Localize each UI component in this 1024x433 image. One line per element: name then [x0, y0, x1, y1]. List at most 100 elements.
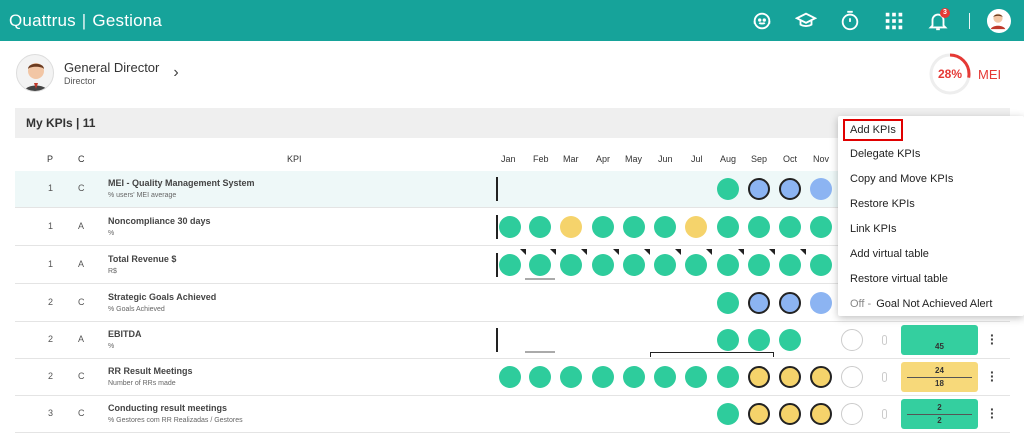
status-dot-feb[interactable]	[529, 249, 556, 276]
priority-cell: 1	[48, 183, 54, 193]
status-dot-jun[interactable]	[654, 249, 681, 276]
stopwatch-icon[interactable]	[835, 6, 865, 36]
table-row[interactable]: 2 C RR Result Meetings Number of RRs mad…	[15, 359, 1010, 396]
status-dot-dec[interactable]	[841, 403, 863, 425]
status-dot-sep[interactable]	[748, 178, 770, 200]
table-row[interactable]: 3 C Conducting result meetings % Gestore…	[15, 396, 1010, 433]
result-pill[interactable]: 2 2	[901, 399, 978, 429]
status-dot-aug[interactable]	[717, 329, 739, 351]
status-dot-nov[interactable]	[810, 216, 832, 238]
menu-item-add-virtual-table[interactable]: Add virtual table	[850, 248, 929, 260]
menu-item-add-kpis[interactable]: Add KPIs	[843, 119, 903, 141]
status-dot-dec[interactable]	[841, 329, 863, 351]
status-dot-may[interactable]	[623, 249, 650, 276]
status-dot-jan[interactable]	[499, 366, 521, 388]
status-dot-aug[interactable]	[717, 292, 739, 314]
kpi-name[interactable]: MEI - Quality Management System	[108, 178, 255, 188]
comment-flag-icon	[613, 249, 619, 255]
column-header-aug: Aug	[720, 154, 737, 164]
status-dot-apr[interactable]	[592, 249, 619, 276]
brand-logo[interactable]: Quattrus | Gestiona	[9, 11, 162, 31]
kpi-name[interactable]: Conducting result meetings	[108, 403, 227, 413]
status-dot-jul[interactable]	[685, 249, 712, 276]
attachment-icon[interactable]	[882, 372, 887, 382]
apps-grid-icon[interactable]	[879, 6, 909, 36]
status-dot-nov[interactable]	[810, 403, 832, 425]
status-dot-jun[interactable]	[654, 216, 676, 238]
support-agent-icon[interactable]	[747, 6, 777, 36]
status-dot-may[interactable]	[623, 216, 645, 238]
graduation-cap-icon[interactable]	[791, 6, 821, 36]
status-dot-feb[interactable]	[529, 366, 551, 388]
status-dot-jan[interactable]	[499, 216, 521, 238]
priority-cell: 3	[48, 408, 54, 418]
mei-label: MEI	[978, 66, 1002, 82]
kpi-name[interactable]: Noncompliance 30 days	[108, 216, 211, 226]
status-dot-mar[interactable]	[560, 366, 582, 388]
menu-item-copy-move-kpis[interactable]: Copy and Move KPIs	[850, 173, 953, 185]
status-dot-aug[interactable]	[717, 366, 739, 388]
status-dot-sep[interactable]	[748, 403, 770, 425]
status-dot-oct[interactable]	[779, 249, 806, 276]
status-dot-nov[interactable]	[810, 178, 832, 200]
status-dot-apr[interactable]	[592, 216, 614, 238]
menu-item-restore-kpis[interactable]: Restore KPIs	[850, 198, 915, 210]
status-dot-nov[interactable]	[810, 254, 832, 276]
status-dot-sep[interactable]	[748, 216, 770, 238]
status-dot-oct[interactable]	[779, 329, 801, 351]
top-bar: Quattrus | Gestiona 3	[0, 0, 1024, 41]
status-dot-oct[interactable]	[779, 366, 801, 388]
result-pill[interactable]: 24 18	[901, 362, 978, 392]
kpi-name[interactable]: RR Result Meetings	[108, 366, 193, 376]
status-dot-oct[interactable]	[779, 178, 801, 200]
column-header-mar: Mar	[563, 154, 579, 164]
more-options-icon[interactable]: · · ·	[990, 402, 995, 424]
toggle-label: Goal Not Achieved Alert	[876, 298, 993, 310]
status-dot-aug[interactable]	[717, 403, 739, 425]
status-dot-nov[interactable]	[810, 366, 832, 388]
selection-underline	[525, 278, 555, 280]
status-dot-sep[interactable]	[748, 292, 770, 314]
kpi-name[interactable]: Total Revenue $	[108, 254, 176, 264]
priority-cell: 2	[48, 371, 54, 381]
status-dot-oct[interactable]	[779, 216, 801, 238]
table-row[interactable]: 2 A EBITDA % 45 · · ·	[15, 322, 1010, 359]
kpi-name[interactable]: Strategic Goals Achieved	[108, 292, 216, 302]
more-options-icon[interactable]: · · ·	[990, 365, 995, 387]
status-dot-sep[interactable]	[748, 249, 775, 276]
status-dot-aug[interactable]	[717, 249, 744, 276]
toggle-state: Off -	[850, 298, 872, 310]
menu-item-restore-virtual-table[interactable]: Restore virtual table	[850, 273, 948, 285]
menu-item-goal-alert-toggle[interactable]: Off - Goal Not Achieved Alert	[850, 298, 992, 310]
status-dot-mar[interactable]	[560, 249, 587, 276]
status-dot-feb[interactable]	[529, 216, 551, 238]
menu-item-delegate-kpis[interactable]: Delegate KPIs	[850, 148, 920, 160]
status-dot-may[interactable]	[623, 366, 645, 388]
status-dot-oct[interactable]	[779, 292, 801, 314]
result-pill[interactable]: 45	[901, 325, 978, 355]
status-dot-aug[interactable]	[717, 178, 739, 200]
status-dot-aug[interactable]	[717, 216, 739, 238]
status-dot-sep[interactable]	[748, 366, 770, 388]
status-dot-jun[interactable]	[654, 366, 676, 388]
status-dot-nov[interactable]	[810, 292, 832, 314]
mei-indicator[interactable]: 28% MEI	[928, 52, 1001, 96]
chevron-right-icon[interactable]: ›	[173, 64, 178, 82]
status-dot-mar[interactable]	[560, 216, 582, 238]
status-dot-jul[interactable]	[685, 366, 707, 388]
kpi-name[interactable]: EBITDA	[108, 329, 142, 339]
notification-bell-icon[interactable]: 3	[923, 6, 953, 36]
profile-header[interactable]: General Director Director ›	[16, 54, 179, 92]
menu-item-link-kpis[interactable]: Link KPIs	[850, 223, 896, 235]
status-dot-oct[interactable]	[779, 403, 801, 425]
user-avatar-button[interactable]	[984, 6, 1014, 36]
status-dot-sep[interactable]	[748, 329, 770, 351]
priority-cell: 2	[48, 297, 54, 307]
status-dot-apr[interactable]	[592, 366, 614, 388]
attachment-icon[interactable]	[882, 409, 887, 419]
status-dot-dec[interactable]	[841, 366, 863, 388]
attachment-icon[interactable]	[882, 335, 887, 345]
status-dot-jan[interactable]	[499, 249, 526, 276]
status-dot-jul[interactable]	[685, 216, 707, 238]
more-options-icon[interactable]: · · ·	[990, 328, 995, 350]
